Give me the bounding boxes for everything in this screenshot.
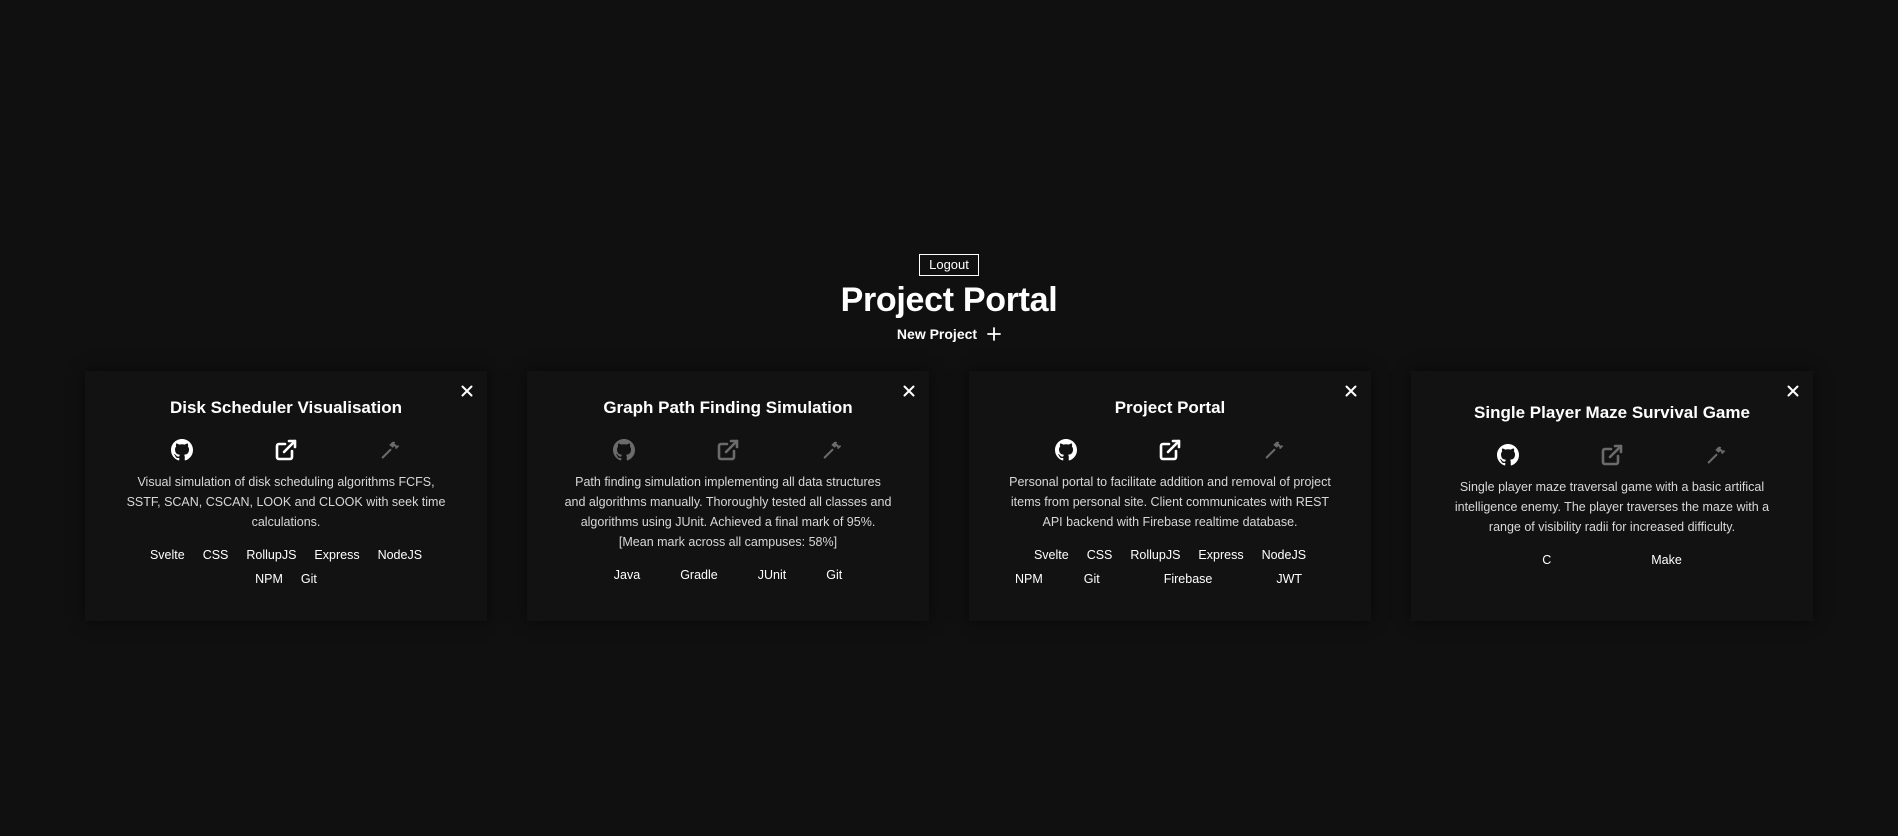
tech-tag[interactable]: JWT xyxy=(1244,570,1334,588)
project-links xyxy=(1431,443,1793,467)
project-card: Project Portal Personal portal to facilit… xyxy=(969,371,1371,621)
new-project-label: New Project xyxy=(896,326,978,342)
close-icon[interactable] xyxy=(1783,381,1803,401)
project-links xyxy=(547,438,909,462)
tech-tag[interactable]: Express xyxy=(305,546,368,564)
tech-tag[interactable]: NodeJS xyxy=(369,546,431,564)
tech-tags: Java Gradle JUnit Git xyxy=(563,566,893,584)
external-link-icon[interactable] xyxy=(1598,443,1626,467)
tech-tags: C Make xyxy=(1447,551,1777,569)
tech-tag[interactable]: RollupJS xyxy=(237,546,305,564)
tech-tag[interactable]: NPM xyxy=(1006,570,1052,588)
project-card: Graph Path Finding Simulation Path findin… xyxy=(527,371,929,621)
tech-tag[interactable]: Java xyxy=(594,566,660,584)
tech-tag[interactable]: Gradle xyxy=(660,566,738,584)
tech-tag[interactable]: Git xyxy=(292,570,326,588)
project-card: Single Player Maze Survival Game Single p… xyxy=(1411,371,1813,621)
github-icon[interactable] xyxy=(168,438,196,462)
tech-tag[interactable]: Make xyxy=(1601,551,1732,569)
hammer-icon[interactable] xyxy=(818,438,846,462)
tech-tag[interactable]: Svelte xyxy=(141,546,194,564)
new-project-button[interactable]: New Project xyxy=(897,326,1001,342)
project-list: Disk Scheduler Visualisation Visual simul… xyxy=(85,371,1813,621)
tech-tag[interactable]: Svelte xyxy=(1025,546,1078,564)
tech-tag[interactable]: NPM xyxy=(246,570,292,588)
page-title: Project Portal xyxy=(840,281,1058,319)
project-title: Graph Path Finding Simulation xyxy=(603,398,853,417)
project-description: Path finding simulation implementing all… xyxy=(564,475,892,549)
tech-tag[interactable]: CSS xyxy=(1078,546,1122,564)
github-icon[interactable] xyxy=(610,438,638,462)
close-icon[interactable] xyxy=(899,381,919,401)
project-description: Visual simulation of disk scheduling alg… xyxy=(126,475,446,529)
github-icon[interactable] xyxy=(1052,438,1080,462)
close-icon[interactable] xyxy=(1341,381,1361,401)
tech-tag[interactable]: CSS xyxy=(194,546,238,564)
hammer-icon[interactable] xyxy=(1260,438,1288,462)
tech-tag[interactable]: NodeJS xyxy=(1253,546,1315,564)
external-link-icon[interactable] xyxy=(714,438,742,462)
hammer-icon[interactable] xyxy=(376,438,404,462)
project-description: Personal portal to facilitate addition a… xyxy=(1009,475,1331,529)
tech-tags: Svelte CSS RollupJS Express NodeJS NPM Git xyxy=(121,546,451,588)
github-icon[interactable] xyxy=(1494,443,1522,467)
portal-header: Logout Project Portal New Project xyxy=(0,254,1898,344)
logout-button[interactable]: Logout xyxy=(919,254,979,276)
project-description: Single player maze traversal game with a… xyxy=(1454,480,1770,534)
project-links xyxy=(989,438,1351,462)
tech-tag[interactable]: C xyxy=(1492,551,1601,569)
tech-tag[interactable]: RollupJS xyxy=(1121,546,1189,564)
tech-tags: Svelte CSS RollupJS Express NodeJS NPM Git Fire… xyxy=(1005,546,1335,588)
tech-tag[interactable]: Git xyxy=(806,566,862,584)
external-link-icon[interactable] xyxy=(1156,438,1184,462)
project-title: Project Portal xyxy=(1114,398,1226,417)
project-title: Single Player Maze Survival Game xyxy=(1474,403,1750,422)
project-title: Disk Scheduler Visualisation xyxy=(169,398,403,417)
external-link-icon[interactable] xyxy=(272,438,300,462)
tech-tag[interactable]: Git xyxy=(1052,570,1132,588)
plus-icon xyxy=(987,327,1001,341)
hammer-icon[interactable] xyxy=(1702,443,1730,467)
project-links xyxy=(105,438,467,462)
tech-tag[interactable]: Firebase xyxy=(1132,570,1245,588)
project-card: Disk Scheduler Visualisation Visual simul… xyxy=(85,371,487,621)
tech-tag[interactable]: Express xyxy=(1189,546,1252,564)
tech-tag[interactable]: JUnit xyxy=(738,566,806,584)
close-icon[interactable] xyxy=(457,381,477,401)
